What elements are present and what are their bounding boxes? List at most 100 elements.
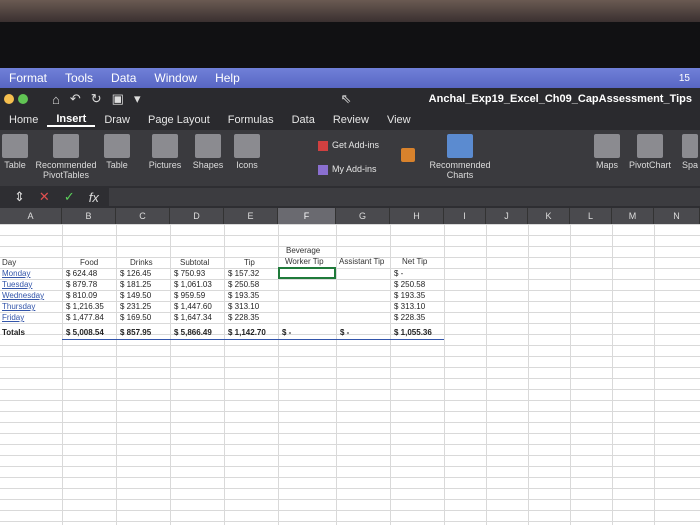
column-header-g[interactable]: G: [336, 208, 390, 224]
customize-icon[interactable]: ▾: [134, 91, 141, 107]
column-header-h[interactable]: H: [390, 208, 444, 224]
grid-line: [336, 224, 337, 525]
menu-window[interactable]: Window: [145, 71, 206, 85]
tip-cell[interactable]: $ 313.10: [228, 301, 259, 312]
bing-maps-button[interactable]: [400, 148, 416, 164]
undo-icon[interactable]: ↶: [70, 91, 81, 107]
column-header-e[interactable]: E: [224, 208, 278, 224]
net-tip-cell[interactable]: $ 313.10: [394, 301, 425, 312]
total-subtotal-cell[interactable]: $ 5,866.49: [174, 327, 212, 338]
column-header-k[interactable]: K: [528, 208, 570, 224]
bing-icon: [401, 148, 415, 162]
drinks-cell[interactable]: $ 149.50: [120, 290, 151, 301]
food-cell[interactable]: $ 810.09: [66, 290, 97, 301]
minimize-window-button[interactable]: [4, 94, 14, 104]
maps-button[interactable]: Maps: [592, 134, 622, 170]
grid-line: [486, 224, 487, 525]
column-header-n[interactable]: N: [654, 208, 700, 224]
column-header-l[interactable]: L: [570, 208, 612, 224]
column-header-f[interactable]: F: [278, 208, 336, 224]
ribbon-label: Spa: [681, 160, 698, 170]
tip-cell[interactable]: $ 193.35: [228, 290, 259, 301]
sparklines-button[interactable]: Spa: [680, 134, 700, 170]
tab-draw[interactable]: Draw: [95, 114, 139, 126]
tip-cell[interactable]: $ 228.35: [228, 312, 259, 323]
day-cell[interactable]: Friday: [2, 312, 24, 323]
tip-cell[interactable]: $ 157.32: [228, 268, 259, 279]
drinks-cell[interactable]: $ 126.45: [120, 268, 151, 279]
pivotchart-button[interactable]: PivotChart: [626, 134, 674, 170]
tab-insert[interactable]: Insert: [47, 113, 96, 127]
net-tip-cell[interactable]: $ -: [394, 268, 403, 279]
day-cell[interactable]: Tuesday: [2, 279, 32, 290]
ribbon-label: PivotChart: [628, 160, 672, 170]
tab-data[interactable]: Data: [283, 114, 324, 126]
formula-input[interactable]: [108, 188, 700, 206]
total-food-cell[interactable]: $ 5,008.54: [66, 327, 104, 338]
net-tip-cell[interactable]: $ 250.58: [394, 279, 425, 290]
tab-view[interactable]: View: [378, 114, 420, 126]
net-tip-cell[interactable]: $ 193.35: [394, 290, 425, 301]
redo-icon[interactable]: ↻: [91, 91, 102, 107]
subtotal-cell[interactable]: $ 1,647.34: [174, 312, 212, 323]
totals-label[interactable]: Totals: [2, 327, 25, 338]
subtotal-cell[interactable]: $ 1,061.03: [174, 279, 212, 290]
save-icon[interactable]: ▣: [112, 91, 124, 107]
total-drinks-cell[interactable]: $ 857.95: [120, 327, 151, 338]
drinks-cell[interactable]: $ 181.25: [120, 279, 151, 290]
tip-cell[interactable]: $ 250.58: [228, 279, 259, 290]
column-header-a[interactable]: A: [0, 208, 62, 224]
column-header-i[interactable]: I: [444, 208, 486, 224]
subtotal-cell[interactable]: $ 750.93: [174, 268, 205, 279]
shapes-button[interactable]: Shapes: [190, 134, 226, 170]
cancel-icon[interactable]: ✕: [39, 189, 50, 205]
total-beverage-tip-cell[interactable]: $ -: [282, 327, 291, 338]
column-header-d[interactable]: D: [170, 208, 224, 224]
active-cell-selection[interactable]: [278, 267, 336, 279]
day-cell[interactable]: Wednesday: [2, 290, 44, 301]
get-addins-button[interactable]: Get Add-ins: [318, 140, 379, 151]
food-cell[interactable]: $ 1,477.84: [66, 312, 104, 323]
tab-formulas[interactable]: Formulas: [219, 114, 283, 126]
tab-review[interactable]: Review: [324, 114, 378, 126]
grid-line: [570, 224, 571, 525]
icons-button[interactable]: Icons: [232, 134, 262, 170]
food-cell[interactable]: $ 1,216.35: [66, 301, 104, 312]
recommended-pivottables-button[interactable]: Recommended PivotTables: [34, 134, 98, 180]
pivot-table-button[interactable]: Table: [0, 134, 30, 170]
recommended-charts-button[interactable]: Recommended Charts: [428, 134, 492, 180]
name-box-stepper-icon[interactable]: ⇕: [14, 189, 25, 205]
menu-format[interactable]: Format: [0, 71, 56, 85]
tab-home[interactable]: Home: [0, 114, 47, 126]
total-tip-cell[interactable]: $ 1,142.70: [228, 327, 266, 338]
drinks-cell[interactable]: $ 169.50: [120, 312, 151, 323]
zoom-window-button[interactable]: [18, 94, 28, 104]
net-tip-cell[interactable]: $ 228.35: [394, 312, 425, 323]
tab-page-layout[interactable]: Page Layout: [139, 114, 219, 126]
subtotal-cell[interactable]: $ 959.59: [174, 290, 205, 301]
column-header-j[interactable]: J: [486, 208, 528, 224]
my-addins-button[interactable]: My Add-ins: [318, 164, 377, 175]
home-icon[interactable]: ⌂: [52, 92, 60, 107]
menu-tools[interactable]: Tools: [56, 71, 102, 85]
pictures-button[interactable]: Pictures: [146, 134, 184, 170]
grid-line: [528, 224, 529, 525]
enter-icon[interactable]: ✓: [64, 189, 75, 205]
column-header-m[interactable]: M: [612, 208, 654, 224]
subtotal-cell[interactable]: $ 1,447.60: [174, 301, 212, 312]
function-icon[interactable]: fx: [89, 190, 99, 205]
menu-data[interactable]: Data: [102, 71, 145, 85]
column-header-b[interactable]: B: [62, 208, 116, 224]
column-header-c[interactable]: C: [116, 208, 170, 224]
menu-help[interactable]: Help: [206, 71, 249, 85]
total-assistant-tip-cell[interactable]: $ -: [340, 327, 349, 338]
total-net-tip-cell[interactable]: $ 1,055.36: [394, 327, 432, 338]
food-cell[interactable]: $ 879.78: [66, 279, 97, 290]
table-button[interactable]: Table: [102, 134, 132, 170]
worksheet-grid[interactable]: [0, 224, 700, 525]
recommended-pivot-icon: [53, 134, 79, 158]
day-cell[interactable]: Monday: [2, 268, 30, 279]
day-cell[interactable]: Thursday: [2, 301, 35, 312]
food-cell[interactable]: $ 624.48: [66, 268, 97, 279]
drinks-cell[interactable]: $ 231.25: [120, 301, 151, 312]
